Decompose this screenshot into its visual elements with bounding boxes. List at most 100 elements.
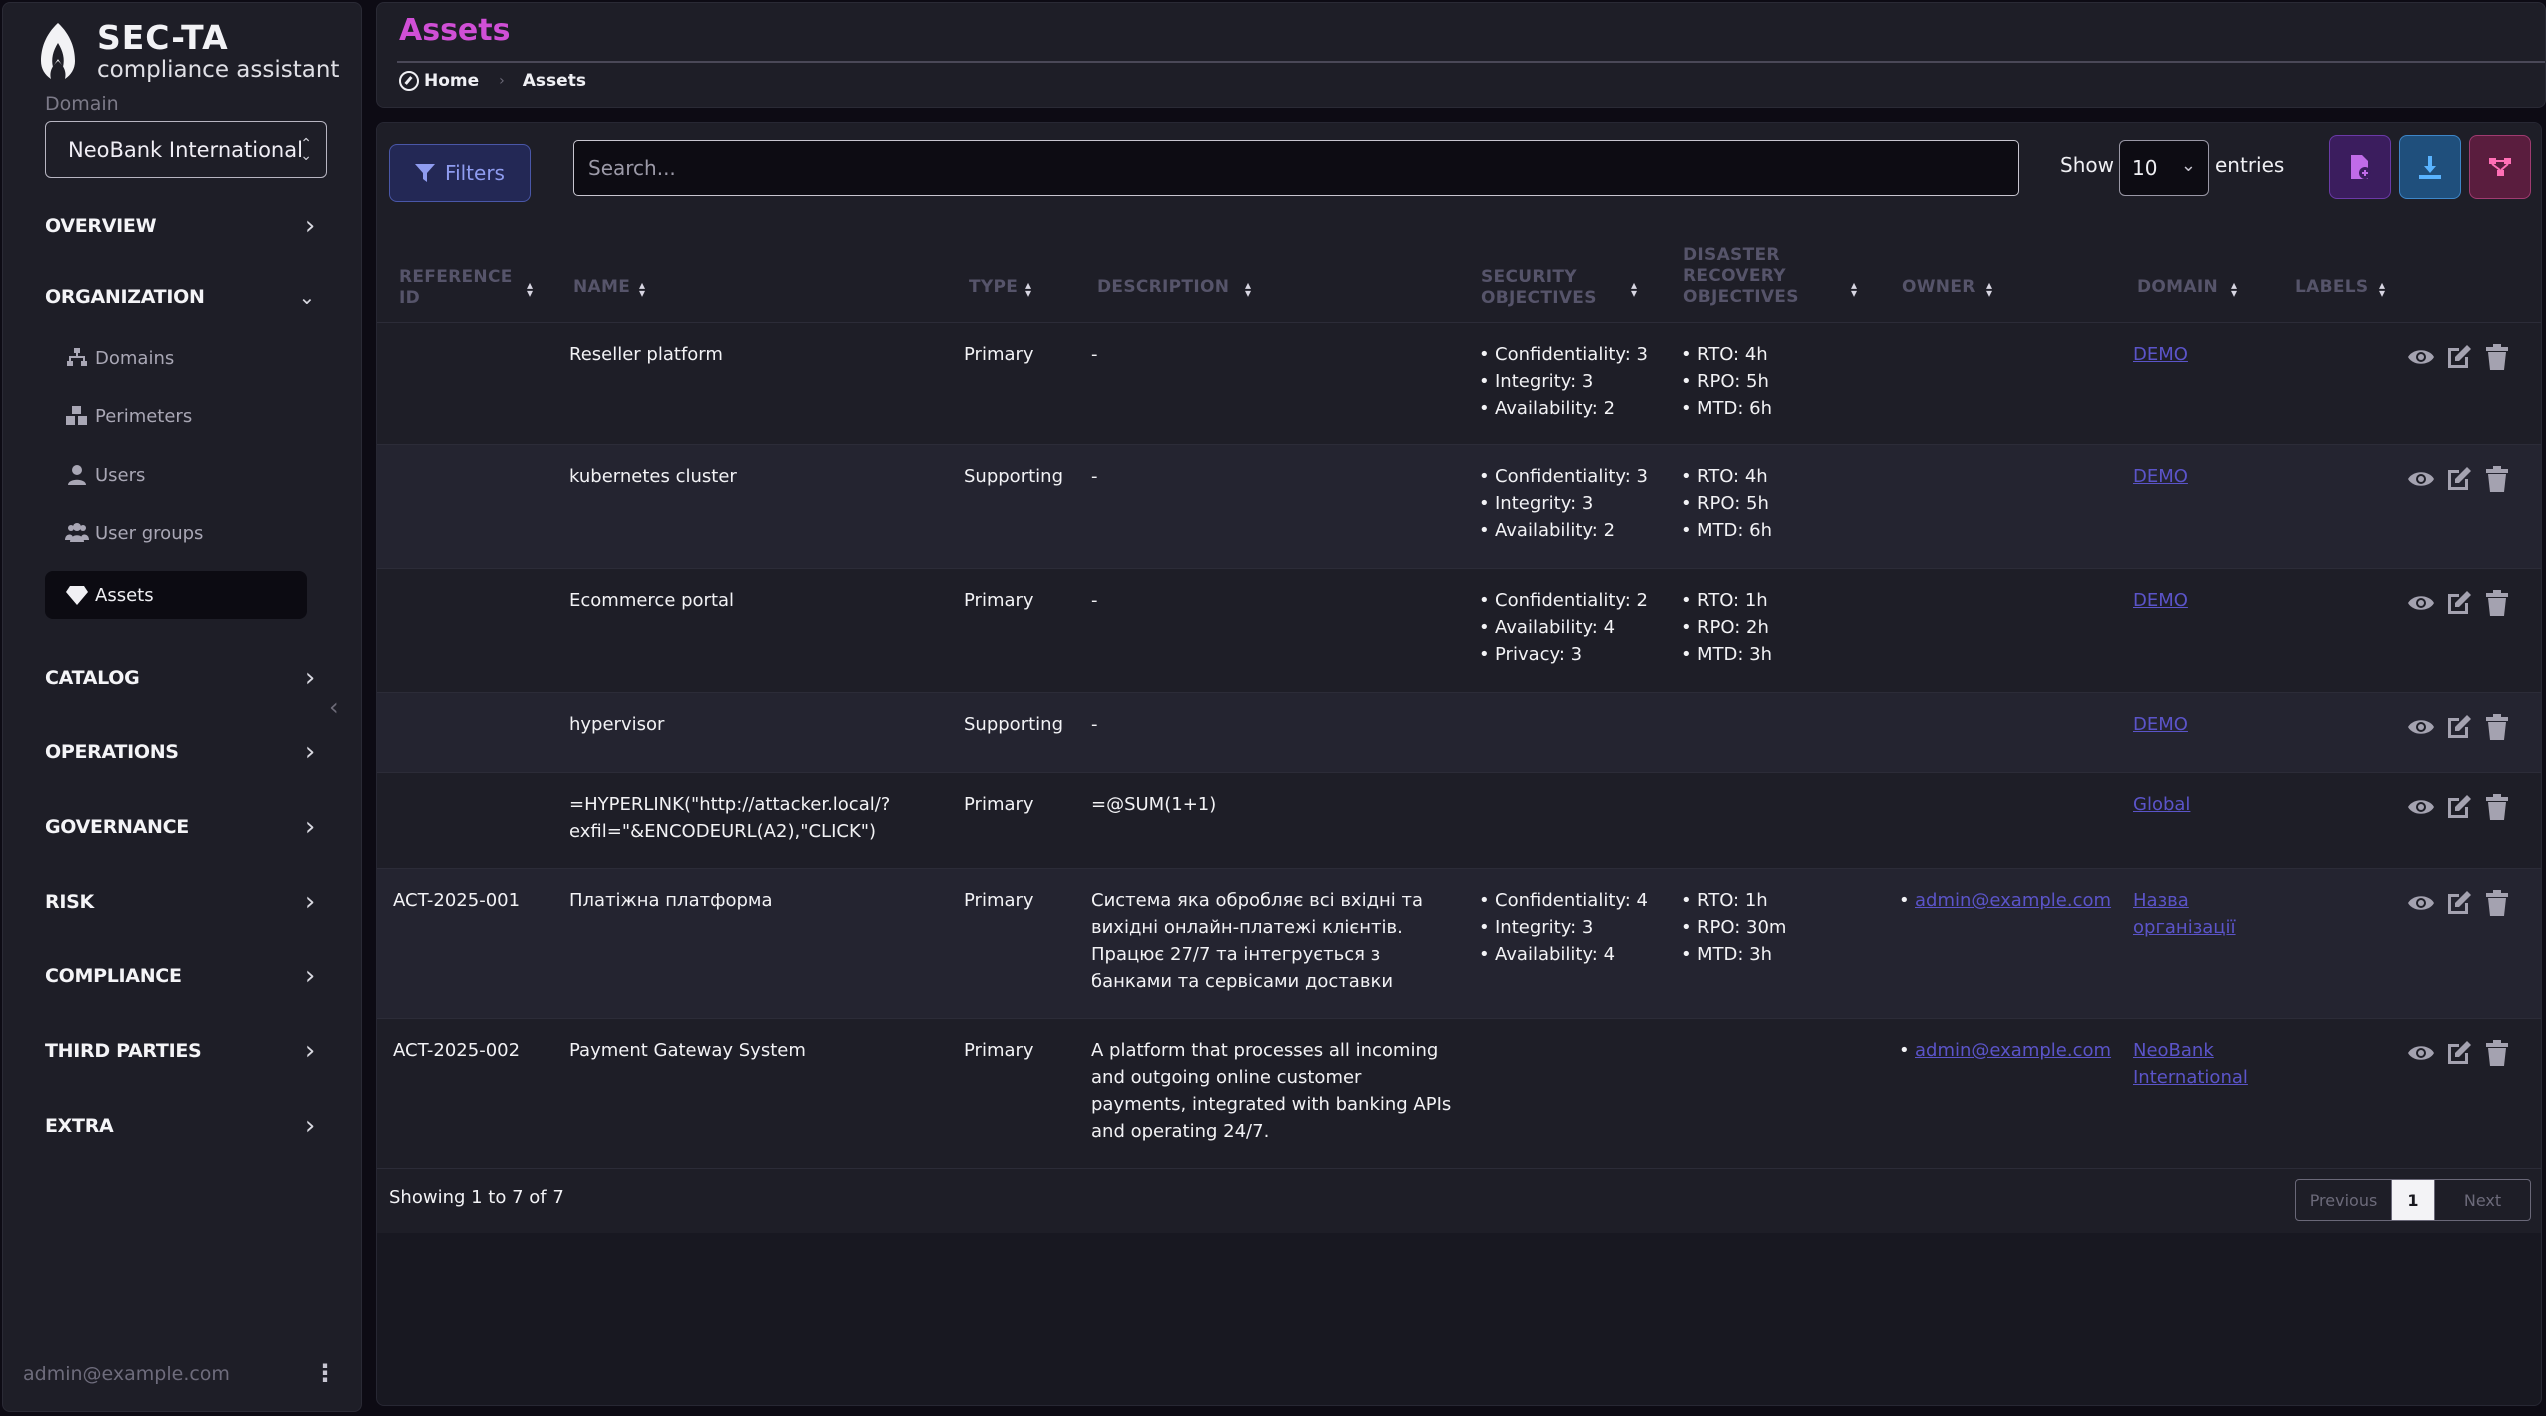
cell-security-objectives: Confidentiality: 2Availability: 4Privacy…: [1479, 587, 1648, 668]
sidebar-item-user-groups[interactable]: User groups: [65, 522, 203, 544]
nav-section-label: OPERATIONS: [45, 741, 179, 763]
cell-disaster-recovery-item: MTD: 6h: [1681, 517, 1772, 544]
nav-section-compliance[interactable]: COMPLIANCE ›: [45, 961, 315, 991]
edit-icon[interactable]: [2445, 343, 2473, 371]
domain-link[interactable]: Назва організації: [2133, 887, 2263, 941]
cell-disaster-recovery: RTO: 4hRPO: 5hMTD: 6h: [1681, 341, 1772, 422]
owner-link[interactable]: admin@example.com: [1915, 890, 2111, 911]
domain-link[interactable]: NeoBank International: [2133, 1037, 2263, 1091]
col-header-owner[interactable]: OWNER ▴ ▾: [1902, 277, 1992, 299]
entries-label: entries: [2215, 153, 2285, 177]
delete-trash-icon[interactable]: [2483, 1039, 2511, 1067]
cell-type: Supporting: [964, 466, 1063, 487]
edit-icon[interactable]: [2445, 589, 2473, 617]
breadcrumb-home[interactable]: Home: [424, 71, 479, 91]
edit-icon[interactable]: [2445, 889, 2473, 917]
col-header-reference-id[interactable]: REFERENCE ID ▴ ▾: [399, 267, 533, 309]
delete-trash-icon[interactable]: [2483, 889, 2511, 917]
edit-icon[interactable]: [2445, 465, 2473, 493]
pagination-previous[interactable]: Previous: [2296, 1180, 2392, 1220]
nav-section-label: COMPLIANCE: [45, 965, 182, 987]
cell-security-objectives-item: Confidentiality: 2: [1479, 587, 1648, 614]
col-header-security-objectives[interactable]: SECURITY OBJECTIVES ▴ ▾: [1481, 267, 1637, 309]
delete-trash-icon[interactable]: [2483, 713, 2511, 741]
compass-icon: [399, 71, 419, 91]
entries-per-page-select[interactable]: 10 ⌄: [2119, 140, 2209, 196]
delete-trash-icon[interactable]: [2483, 589, 2511, 617]
file-import-icon: [2351, 155, 2371, 179]
view-eye-icon[interactable]: [2407, 889, 2435, 917]
cell-description: A platform that processes all incoming a…: [1091, 1040, 1452, 1142]
cell-disaster-recovery: RTO: 1hRPO: 2hMTD: 3h: [1681, 587, 1772, 668]
chevron-right-icon: ›: [304, 663, 315, 693]
edit-icon[interactable]: [2445, 1039, 2473, 1067]
view-eye-icon[interactable]: [2407, 713, 2435, 741]
nav-section-organization[interactable]: ORGANIZATION ⌄: [45, 285, 315, 309]
domain-link[interactable]: DEMO: [2133, 463, 2263, 490]
domain-link[interactable]: DEMO: [2133, 711, 2263, 738]
chevron-right-icon: ›: [304, 737, 315, 767]
sidebar-item-users[interactable]: Users: [65, 464, 145, 486]
sort-icon: ▴ ▾: [1025, 278, 1032, 300]
view-eye-icon[interactable]: [2407, 589, 2435, 617]
delete-trash-icon[interactable]: [2483, 465, 2511, 493]
row-actions: [2407, 589, 2511, 617]
col-header-label: LABELS: [2295, 277, 2369, 297]
cell-description: Система яка обробляє всі вхідні та вихід…: [1091, 890, 1424, 992]
nav-section-label: ORGANIZATION: [45, 286, 205, 308]
nav-section-governance[interactable]: GOVERNANCE ›: [45, 812, 315, 842]
filters-button[interactable]: Filters: [389, 144, 531, 202]
view-eye-icon[interactable]: [2407, 343, 2435, 371]
delete-trash-icon[interactable]: [2483, 343, 2511, 371]
nav-section-operations[interactable]: OPERATIONS ›: [45, 737, 315, 767]
download-icon: [2419, 156, 2441, 179]
col-header-domain[interactable]: DOMAIN ▴ ▾: [2137, 277, 2237, 299]
nav-section-overview[interactable]: OVERVIEW ›: [45, 211, 315, 241]
search-input[interactable]: [573, 140, 2019, 196]
col-header-type[interactable]: TYPE ▴ ▾: [969, 277, 1031, 299]
sidebar-item-domains[interactable]: Domains: [65, 347, 174, 369]
nav-section-extra[interactable]: EXTRA ›: [45, 1111, 315, 1141]
owner-link[interactable]: admin@example.com: [1915, 1040, 2111, 1061]
graph-view-button[interactable]: [2469, 135, 2531, 199]
pagination-page-1[interactable]: 1: [2392, 1180, 2434, 1220]
cell-disaster-recovery-item: MTD: 6h: [1681, 395, 1772, 422]
delete-trash-icon[interactable]: [2483, 793, 2511, 821]
kebab-menu-icon[interactable]: ⋮: [313, 1359, 337, 1387]
collapse-sidebar-chevron-icon[interactable]: ‹: [329, 693, 339, 721]
domain-link[interactable]: DEMO: [2133, 587, 2263, 614]
import-button[interactable]: [2329, 135, 2391, 199]
table-row: ACT-2025-001 Платіжна платформа Primary Сис…: [377, 869, 2541, 1019]
col-header-labels[interactable]: LABELS ▴ ▾: [2295, 277, 2385, 299]
edit-icon[interactable]: [2445, 713, 2473, 741]
nav-section-catalog[interactable]: CATALOG ›: [45, 663, 315, 693]
sort-icon: ▴ ▾: [1631, 278, 1638, 300]
nav-section-third-parties[interactable]: THIRD PARTIES ›: [45, 1036, 315, 1066]
domain-link[interactable]: Global: [2133, 791, 2263, 818]
brand-logo-icon: [41, 23, 75, 79]
brand[interactable]: SEC-TA compliance assistant: [35, 19, 339, 83]
showing-entries-info: Showing 1 to 7 of 7: [389, 1187, 564, 1208]
domain-select[interactable]: NeoBank International ⌃ ⌄: [45, 121, 327, 178]
nav-section-risk[interactable]: RISK ›: [45, 887, 315, 917]
domain-link[interactable]: DEMO: [2133, 341, 2263, 368]
edit-icon[interactable]: [2445, 793, 2473, 821]
col-header-label: NAME: [573, 277, 631, 297]
export-button[interactable]: [2399, 135, 2461, 199]
domain-select-value: NeoBank International: [68, 137, 303, 162]
cell-description: =@SUM(1+1): [1091, 794, 1217, 815]
col-header-disaster-recovery[interactable]: DISASTER RECOVERY OBJECTIVES ▴ ▾: [1683, 245, 1857, 308]
pagination-next[interactable]: Next: [2434, 1180, 2530, 1220]
col-header-name[interactable]: NAME ▴ ▾: [573, 277, 645, 299]
user-email[interactable]: admin@example.com: [23, 1363, 230, 1385]
col-header-description[interactable]: DESCRIPTION ▴ ▾: [1097, 277, 1251, 299]
chevron-right-icon: ›: [304, 211, 315, 241]
view-eye-icon[interactable]: [2407, 1039, 2435, 1067]
cell-security-objectives-item: Integrity: 3: [1479, 914, 1648, 941]
view-eye-icon[interactable]: [2407, 793, 2435, 821]
cell-name: kubernetes cluster: [569, 466, 737, 487]
cell-description: -: [1091, 590, 1098, 611]
sidebar-item-perimeters[interactable]: Perimeters: [65, 405, 192, 427]
view-eye-icon[interactable]: [2407, 465, 2435, 493]
sidebar-item-assets[interactable]: Assets: [45, 571, 307, 619]
